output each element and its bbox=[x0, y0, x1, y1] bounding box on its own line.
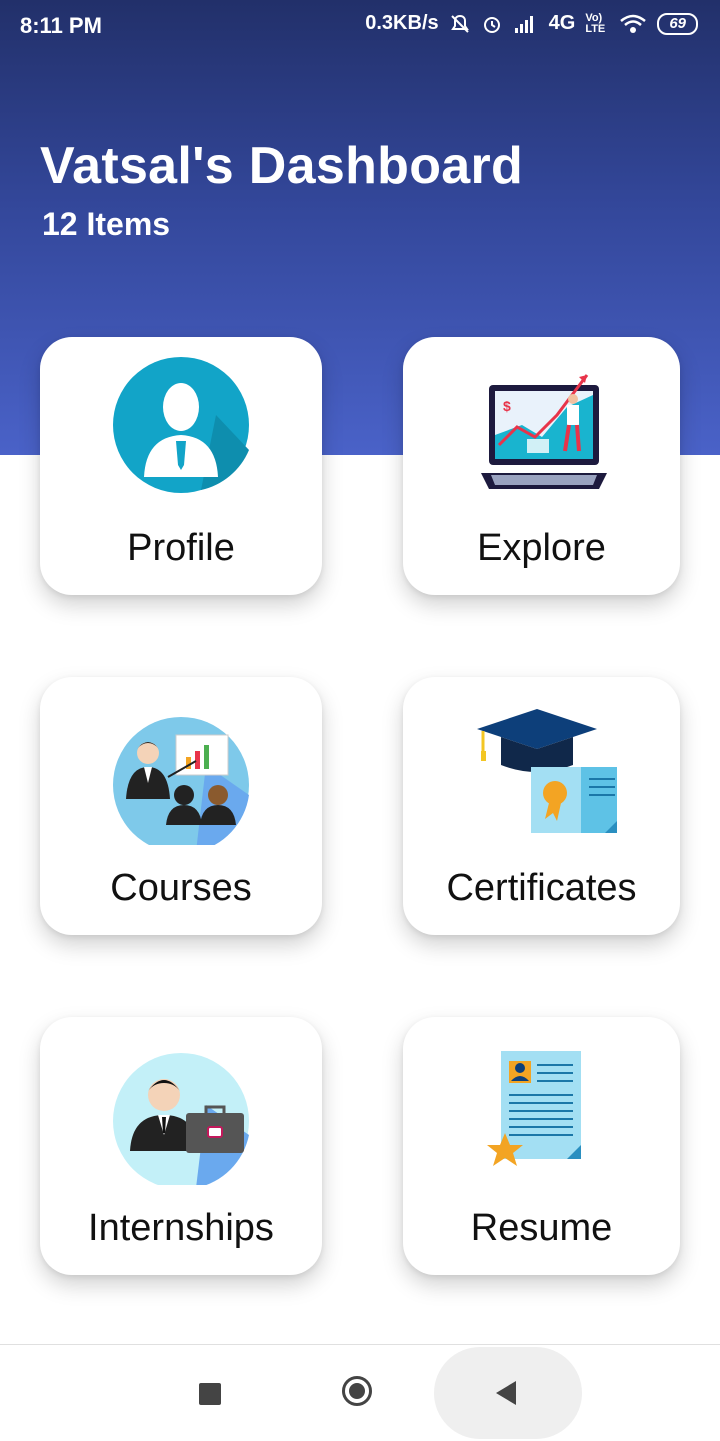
status-time: 8:11 PM bbox=[20, 13, 102, 38]
dashboard-title: Vatsal's Dashboard bbox=[40, 137, 524, 195]
recents-icon[interactable] bbox=[199, 1383, 221, 1405]
profile-icon bbox=[113, 357, 249, 493]
internships-card[interactable]: Internships bbox=[40, 1017, 322, 1275]
explore-card[interactable]: $ Explore bbox=[403, 337, 680, 595]
network-type: 4G bbox=[548, 12, 576, 34]
resume-card[interactable]: Resume bbox=[403, 1017, 680, 1275]
navigation-bar bbox=[0, 1344, 720, 1441]
profile-card[interactable]: Profile bbox=[40, 337, 322, 595]
volte-indicator: Vo) LTE bbox=[585, 11, 606, 35]
status-bar: 8:11 PM 0.3KB/s 4G Vo) LTE 69 bbox=[0, 0, 720, 52]
card-label: Resume bbox=[470, 1207, 613, 1249]
card-label: Courses bbox=[110, 867, 252, 909]
back-icon[interactable] bbox=[496, 1381, 516, 1405]
status-icons: 0.3KB/s 4G Vo) LTE 69 bbox=[365, 12, 698, 35]
card-label: Profile bbox=[127, 527, 235, 569]
certificates-icon bbox=[476, 709, 617, 833]
battery-indicator: 69 bbox=[657, 12, 698, 35]
signal-icon bbox=[513, 14, 539, 34]
resume-icon bbox=[486, 1051, 581, 1166]
mute-notifications-icon bbox=[449, 13, 471, 35]
explore-icon: $ bbox=[480, 374, 607, 489]
network-speed: 0.3KB/s bbox=[365, 12, 439, 34]
wifi-icon bbox=[619, 14, 647, 34]
card-label: Certificates bbox=[446, 867, 637, 909]
home-icon[interactable] bbox=[342, 1376, 372, 1406]
courses-icon bbox=[113, 717, 249, 845]
svg-text:$: $ bbox=[503, 398, 511, 414]
certificates-card[interactable]: Certificates bbox=[403, 677, 680, 935]
items-count: 12 Items bbox=[42, 206, 171, 242]
card-label: Internships bbox=[88, 1207, 274, 1249]
alarm-icon bbox=[481, 13, 503, 35]
card-label: Explore bbox=[477, 527, 606, 569]
internships-icon bbox=[113, 1053, 249, 1185]
courses-card[interactable]: Courses bbox=[40, 677, 322, 935]
